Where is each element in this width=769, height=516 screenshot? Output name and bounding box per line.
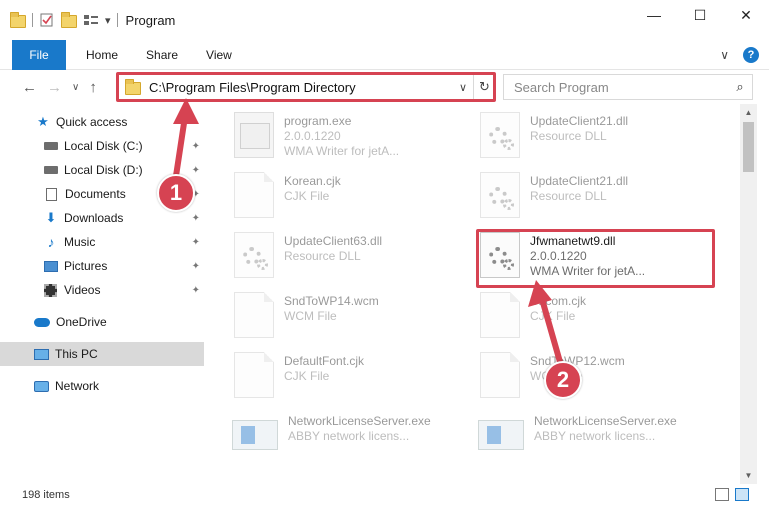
annotation-arrows bbox=[173, 98, 563, 365]
arrow-1-head bbox=[173, 98, 199, 124]
callout-1: 1 bbox=[157, 174, 195, 212]
callout-2: 2 bbox=[544, 361, 582, 399]
arrow-2-head bbox=[528, 280, 552, 307]
